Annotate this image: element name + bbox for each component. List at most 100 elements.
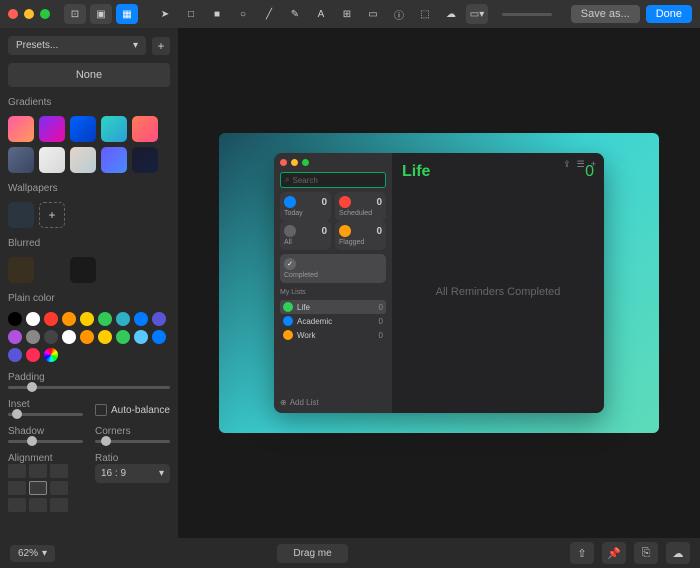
color-swatch[interactable] bbox=[98, 312, 112, 326]
color-swatch[interactable] bbox=[8, 348, 22, 362]
category-all[interactable]: 0All bbox=[280, 221, 331, 250]
gradient-swatch[interactable] bbox=[101, 116, 127, 142]
align-tr[interactable] bbox=[50, 464, 68, 478]
blur-icon[interactable]: ⊞ bbox=[336, 4, 358, 24]
gradient-swatch[interactable] bbox=[70, 116, 96, 142]
frame-icon[interactable]: ▭ bbox=[362, 4, 384, 24]
minimize-icon[interactable] bbox=[291, 159, 298, 166]
export-icon[interactable]: ⇧ bbox=[570, 542, 594, 564]
color-swatch[interactable] bbox=[80, 330, 94, 344]
device-icon[interactable]: ▭▾ bbox=[466, 4, 488, 24]
category-today[interactable]: 0Today bbox=[280, 192, 331, 221]
inset-slider[interactable] bbox=[8, 413, 83, 416]
gradient-swatch[interactable] bbox=[101, 147, 127, 173]
color-swatch[interactable] bbox=[116, 330, 130, 344]
drag-button[interactable]: Drag me bbox=[277, 544, 347, 563]
color-swatch[interactable] bbox=[44, 330, 58, 344]
ratio-select[interactable]: 16 : 9▾ bbox=[95, 464, 170, 483]
blurred-swatch[interactable] bbox=[8, 257, 34, 283]
align-mc[interactable] bbox=[29, 481, 47, 495]
align-mr[interactable] bbox=[50, 481, 68, 495]
crop-icon[interactable]: ⊡ bbox=[64, 4, 86, 24]
gradient-swatch[interactable] bbox=[8, 116, 34, 142]
color-swatch[interactable] bbox=[80, 312, 94, 326]
align-tl[interactable] bbox=[8, 464, 26, 478]
list-count: 0 bbox=[379, 331, 383, 340]
size-slider[interactable] bbox=[502, 13, 552, 16]
align-tc[interactable] bbox=[29, 464, 47, 478]
align-bl[interactable] bbox=[8, 498, 26, 512]
padding-slider[interactable] bbox=[8, 386, 170, 389]
share-icon[interactable]: ⇪ bbox=[563, 159, 571, 170]
color-swatch[interactable] bbox=[116, 312, 130, 326]
color-swatch[interactable] bbox=[8, 312, 22, 326]
pin-icon[interactable]: 📌 bbox=[602, 542, 626, 564]
gradient-swatch[interactable] bbox=[39, 147, 65, 173]
rect-icon[interactable]: □ bbox=[180, 4, 202, 24]
image-icon[interactable]: ▦ bbox=[116, 4, 138, 24]
cloud-icon[interactable]: ☁ bbox=[440, 4, 462, 24]
search-input[interactable]: ⌕Search bbox=[280, 172, 386, 188]
color-swatch[interactable] bbox=[26, 330, 40, 344]
color-swatch[interactable] bbox=[44, 312, 58, 326]
color-swatch[interactable] bbox=[134, 330, 148, 344]
gradient-swatch[interactable] bbox=[132, 147, 158, 173]
text-icon[interactable]: A bbox=[310, 4, 332, 24]
color-swatch[interactable] bbox=[134, 312, 148, 326]
gradient-swatch[interactable] bbox=[70, 147, 96, 173]
close-icon[interactable] bbox=[8, 9, 18, 19]
shadow-slider[interactable] bbox=[8, 440, 83, 443]
canvas[interactable]: ⌕Search 0Today0Scheduled0All0Flagged ✓ C… bbox=[178, 28, 700, 538]
corners-slider[interactable] bbox=[95, 440, 170, 443]
layers-icon[interactable]: ▣ bbox=[90, 4, 112, 24]
wallpaper-swatch[interactable] bbox=[8, 202, 34, 228]
align-bc[interactable] bbox=[29, 498, 47, 512]
color-swatch[interactable] bbox=[26, 312, 40, 326]
maximize-icon[interactable] bbox=[302, 159, 309, 166]
add-wallpaper-button[interactable]: + bbox=[39, 202, 65, 228]
upload-icon[interactable]: ☁ bbox=[666, 542, 690, 564]
add-icon[interactable]: + bbox=[591, 159, 596, 170]
presets-select[interactable]: Presets...▾ bbox=[8, 36, 146, 55]
category-scheduled[interactable]: 0Scheduled bbox=[335, 192, 386, 221]
add-preset-button[interactable]: + bbox=[152, 37, 170, 55]
align-br[interactable] bbox=[50, 498, 68, 512]
color-swatch[interactable] bbox=[62, 312, 76, 326]
blurred-swatch[interactable] bbox=[70, 257, 96, 283]
circle-icon[interactable]: ○ bbox=[232, 4, 254, 24]
blurred-swatch[interactable] bbox=[39, 257, 65, 283]
copy-icon[interactable]: ⎘ bbox=[634, 542, 658, 564]
pointer-icon[interactable]: ➤ bbox=[154, 4, 176, 24]
color-swatch[interactable] bbox=[26, 348, 40, 362]
none-button[interactable]: None bbox=[8, 63, 170, 87]
color-swatch[interactable] bbox=[8, 330, 22, 344]
align-ml[interactable] bbox=[8, 481, 26, 495]
done-button[interactable]: Done bbox=[646, 5, 692, 23]
gradient-swatch[interactable] bbox=[132, 116, 158, 142]
list-item[interactable]: Academic0 bbox=[280, 314, 386, 328]
color-swatch[interactable] bbox=[152, 312, 166, 326]
color-swatch[interactable] bbox=[62, 330, 76, 344]
completed-category[interactable]: ✓ Completed bbox=[280, 254, 386, 283]
info-icon[interactable]: ⓘ bbox=[388, 4, 410, 24]
minimize-icon[interactable] bbox=[24, 9, 34, 19]
color-swatch[interactable] bbox=[44, 348, 58, 362]
menu-icon[interactable]: ☰ bbox=[577, 159, 585, 170]
maximize-icon[interactable] bbox=[40, 9, 50, 19]
gradient-swatch[interactable] bbox=[39, 116, 65, 142]
color-swatch[interactable] bbox=[98, 330, 112, 344]
category-flagged[interactable]: 0Flagged bbox=[335, 221, 386, 250]
list-item[interactable]: Work0 bbox=[280, 328, 386, 342]
square-fill-icon[interactable]: ■ bbox=[206, 4, 228, 24]
gradient-swatch[interactable] bbox=[8, 147, 34, 173]
list-item[interactable]: Life0 bbox=[280, 300, 386, 314]
save-button[interactable]: Save as... bbox=[571, 5, 640, 23]
add-list-button[interactable]: ⊕Add List bbox=[280, 398, 386, 407]
pen-icon[interactable]: ✎ bbox=[284, 4, 306, 24]
redact-icon[interactable]: ⬚ bbox=[414, 4, 436, 24]
autobalance-checkbox[interactable] bbox=[95, 404, 107, 416]
close-icon[interactable] bbox=[280, 159, 287, 166]
color-swatch[interactable] bbox=[152, 330, 166, 344]
line-icon[interactable]: ╱ bbox=[258, 4, 280, 24]
zoom-select[interactable]: 62%▾ bbox=[10, 545, 55, 562]
